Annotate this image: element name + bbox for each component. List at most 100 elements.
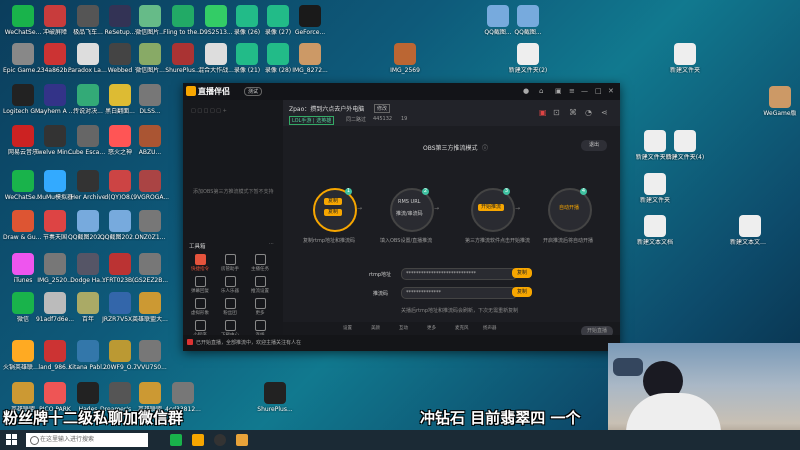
desktop-icon-image	[44, 43, 66, 65]
tool-item[interactable]: 粉丝团	[219, 298, 241, 316]
lock-room-icon[interactable]: ⊡	[553, 108, 560, 117]
folder-taskbar-icon[interactable]	[192, 434, 204, 446]
desktop-icon[interactable]: GeForce...	[290, 5, 330, 36]
desktop-icon[interactable]: 新建文本文档(2)	[730, 215, 770, 246]
bottom-tool[interactable]: 更多	[427, 325, 436, 331]
desktop-icon-label: 7VVU7S0...	[133, 364, 167, 371]
lock-icon[interactable]: ⌂	[539, 87, 543, 95]
app-logo-icon	[186, 86, 196, 96]
scene-tabs[interactable]: □ □ □ □ □ +	[191, 108, 227, 114]
desktop-icon-image	[77, 292, 99, 314]
desktop-icon[interactable]: 新建文件夹	[665, 43, 705, 74]
bottom-tool[interactable]: 美颜	[371, 325, 380, 331]
desktop-icon-label: IMG_2569	[390, 67, 420, 74]
desktop-icon-image	[109, 292, 131, 314]
desktop-icon-image	[394, 43, 416, 65]
desktop-icon[interactable]: DLSS...	[130, 84, 170, 115]
windows-start-icon[interactable]	[6, 434, 18, 446]
skin-icon[interactable]: ▣	[555, 87, 562, 95]
copy-stream-key-button[interactable]: 复制	[512, 287, 532, 297]
close-icon[interactable]: ✕	[608, 87, 614, 95]
tools-more-icon[interactable]: ⋯	[269, 241, 274, 247]
desktop-icon[interactable]: ABZÛ...	[130, 125, 170, 156]
desktop-icon-image	[172, 382, 194, 404]
tool-item[interactable]: 主播任务	[249, 254, 271, 272]
desktop-icon-image	[139, 170, 161, 192]
copy-rtmp-button[interactable]: 复制	[512, 268, 532, 278]
live-companion-taskbar-icon[interactable]	[236, 434, 248, 446]
desktop-icon-image	[139, 210, 161, 232]
desktop-icon-image	[77, 340, 99, 362]
desktop-icon[interactable]: 英雄联盟大...	[130, 292, 170, 323]
title-bar[interactable]: 直播伴侣 测试 ● ⌂ ▣ ≡ — □ ✕	[183, 83, 620, 100]
desktop-icon[interactable]: QQ截图...	[508, 5, 548, 36]
desktop-icon[interactable]: (GS2EZ2B...	[130, 253, 170, 284]
bottom-tool[interactable]: 麦克风	[455, 325, 469, 331]
tool-item[interactable]: 推流设置	[249, 276, 271, 294]
minimize-icon[interactable]: —	[581, 87, 588, 95]
desktop-icon-image	[12, 253, 34, 275]
tool-item[interactable]: 更多	[249, 298, 271, 316]
bell-icon[interactable]: ◔	[585, 108, 592, 117]
desktop-icon[interactable]: 新建文件夹(2)	[508, 43, 548, 74]
share-link-icon[interactable]: ⋖	[601, 108, 608, 117]
desktop-icon-image	[44, 382, 66, 404]
tool-icon	[194, 320, 206, 331]
app-brand: 直播伴侣	[198, 87, 230, 96]
desktop-icon-image	[77, 43, 99, 65]
tool-item[interactable]: 快捷指令	[189, 254, 211, 272]
step-arrow-2: →	[434, 205, 440, 212]
tool-icon	[194, 254, 206, 265]
sidebar: □ □ □ □ □ + 添加OBS第三方推流模式下暂不支持 工具箱 ⋯ 快捷指令…	[183, 100, 283, 351]
tool-item[interactable]: 乐人乐器	[219, 276, 241, 294]
desktop-icon[interactable]: (9VGROGA...	[130, 170, 170, 201]
step-2-number: 2	[422, 188, 429, 195]
bottom-tool[interactable]: 设置	[343, 325, 352, 331]
desktop-icon[interactable]: ONZ0Z1...	[130, 210, 170, 241]
bottom-toolbar: 设置 美颜 互动 更多 麦克风 扬声器	[283, 322, 620, 335]
stream-hint: 关播后rtmp地址和推流码会刷新，下次无需重新复制	[401, 308, 519, 314]
desktop-icon-image	[77, 84, 99, 106]
tool-label: 快捷指令	[191, 267, 209, 272]
desktop-icon-image	[205, 43, 227, 65]
bottom-tool[interactable]: 扬声器	[483, 325, 497, 331]
step-1-copy-key-button[interactable]: 复制	[324, 209, 342, 216]
desktop-icon[interactable]: ShurePlus...	[255, 382, 295, 413]
tool-icon	[254, 276, 266, 287]
room-title: Zpao：攒到六点去户外电脑	[289, 106, 365, 113]
step-1-copy-url-button[interactable]: 复制	[324, 198, 342, 205]
desktop-icon[interactable]: 新建文件夹(4)	[665, 130, 705, 161]
tool-icon	[254, 320, 266, 331]
tool-item[interactable]: 弹幕回复	[189, 276, 211, 294]
rtmp-url-field[interactable]: ****************************	[401, 268, 517, 280]
desktop-icon[interactable]: IMG_8272...	[290, 43, 330, 74]
bottom-tool[interactable]: 互动	[399, 325, 408, 331]
obs-taskbar-icon[interactable]	[214, 434, 226, 446]
tool-item[interactable]: 房管助手	[219, 254, 241, 272]
category-tag[interactable]: LOL手游 | 选英雄	[289, 116, 335, 125]
gift-icon[interactable]: ▣	[539, 108, 547, 117]
desktop-icon-image	[109, 210, 131, 232]
share-icon[interactable]: ⌘	[569, 108, 577, 117]
menu-icon[interactable]: ≡	[569, 87, 575, 95]
desktop-icon-image	[769, 86, 791, 108]
maximize-icon[interactable]: □	[595, 87, 602, 95]
tool-item[interactable]: 虚拟形象	[189, 298, 211, 316]
status-icon	[187, 339, 193, 345]
desktop-icon-image	[109, 170, 131, 192]
step-3-start-push: 开始推流	[478, 204, 504, 211]
help-icon[interactable]: ⓘ	[482, 143, 488, 152]
taskbar-search-input[interactable]: 在这里输入进行搜索	[26, 433, 148, 447]
desktop-icon[interactable]: 新建文件夹	[635, 173, 675, 204]
edit-title-button[interactable]: 修改	[374, 104, 391, 113]
status-text: 已开始直播，全部推流中，欢迎主播关注有人在	[196, 340, 302, 346]
exit-mode-button[interactable]: 退出	[581, 140, 607, 151]
stream-key-field[interactable]: **************	[401, 287, 517, 299]
desktop-icon[interactable]: 新建文本文档	[635, 215, 675, 246]
desktop-icon[interactable]: WeGame版	[760, 86, 800, 117]
avatar[interactable]: ●	[523, 87, 529, 95]
desktop-icon[interactable]: 7VVU7S0...	[130, 340, 170, 371]
wechat-taskbar-icon[interactable]	[170, 434, 182, 446]
desktop-icon[interactable]: IMG_2569	[385, 43, 425, 74]
desktop-icon-image	[739, 215, 761, 237]
